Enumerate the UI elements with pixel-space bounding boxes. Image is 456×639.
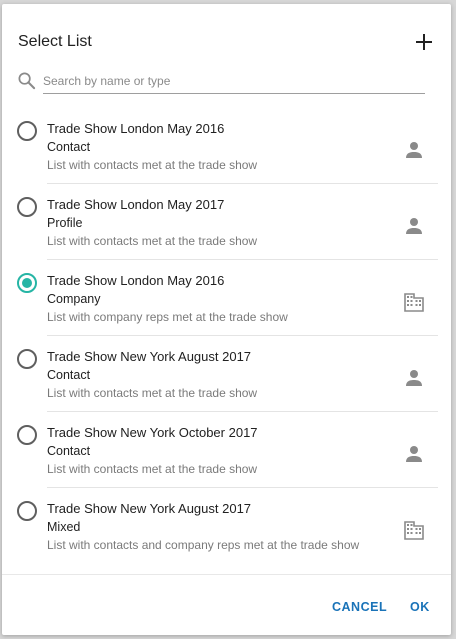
list-radio[interactable] [17,501,37,521]
list-name: Trade Show New York October 2017 [47,425,258,440]
list-item[interactable]: Trade Show London May 2016 Contact List … [2,108,451,184]
person-icon [406,446,422,462]
list-item[interactable]: Trade Show New York August 2017 Contact … [2,336,451,412]
list-name: Trade Show London May 2017 [47,197,225,212]
list-item[interactable]: Trade Show London May 2016 Company List … [2,260,451,336]
add-list-button[interactable] [415,33,433,51]
list-type: Mixed [47,520,81,534]
list-radio-selected[interactable] [17,273,37,293]
list-item[interactable]: Trade Show New York October 2017 Contact… [2,412,451,488]
select-list-dialog: Select List Trade Show London May 2016 C… [2,4,451,635]
person-icon [406,218,422,234]
list-description: List with company reps met at the trade … [47,310,288,324]
building-icon [404,521,424,540]
search-bar [17,69,427,95]
list-radio[interactable] [17,121,37,141]
list-description: List with contacts and company reps met … [47,538,360,552]
list-name: Trade Show London May 2016 [47,121,225,136]
list-type: Company [47,292,101,306]
list-type: Profile [47,216,83,230]
person-icon [406,142,422,158]
list-name: Trade Show New York August 2017 [47,349,252,364]
list-item[interactable]: Trade Show New York August 2017 Mixed Li… [2,488,451,563]
list-type: Contact [47,140,91,154]
search-input[interactable] [43,69,425,94]
list-radio[interactable] [17,425,37,445]
list-description: List with contacts met at the trade show [47,386,258,400]
list-description: List with contacts met at the trade show [47,234,258,248]
list-name: Trade Show New York August 2017 [47,501,252,516]
list-name: Trade Show London May 2016 [47,273,225,288]
building-icon [404,293,424,312]
list-options: Trade Show London May 2016 Contact List … [2,108,451,563]
list-radio[interactable] [17,197,37,217]
list-item[interactable]: Trade Show London May 2017 Profile List … [2,184,451,260]
plus-icon [416,34,432,50]
list-description: List with contacts met at the trade show [47,158,258,172]
list-type: Contact [47,368,91,382]
footer-divider [2,574,451,575]
person-icon [406,370,422,386]
list-description: List with contacts met at the trade show [47,462,258,476]
dialog-title: Select List [18,33,92,50]
search-icon [18,72,36,90]
ok-button[interactable]: OK [410,600,430,614]
list-type: Contact [47,444,91,458]
list-radio[interactable] [17,349,37,369]
cancel-button[interactable]: CANCEL [332,600,387,614]
